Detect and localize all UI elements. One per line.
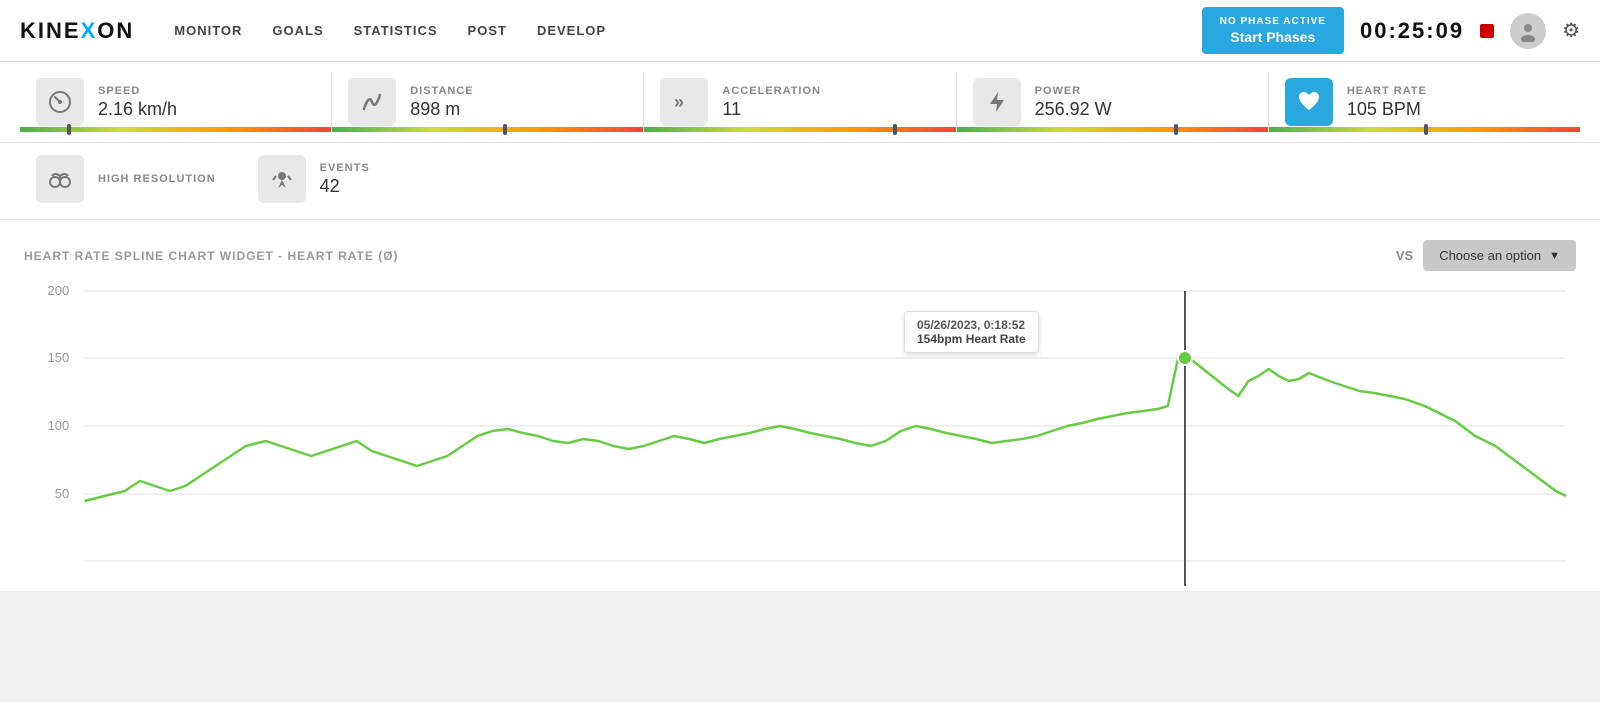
speed-label: SPEED (98, 85, 177, 97)
metric-high-resolution: HIGH RESOLUTION (20, 149, 232, 209)
avatar[interactable] (1510, 13, 1546, 49)
metric-heart-rate: HEART RATE 105 BPM (1269, 72, 1580, 132)
top-nav: KINEXON MONITOR GOALS STATISTICS POST DE… (0, 0, 1600, 62)
power-indicator (1174, 124, 1178, 135)
distance-indicator (503, 124, 507, 135)
acceleration-icon: » (671, 89, 697, 115)
svg-text:100: 100 (47, 418, 69, 433)
settings-icon[interactable]: ⚙ (1562, 18, 1580, 43)
nav-develop[interactable]: DEVELOP (537, 19, 606, 42)
metrics-row-2: HIGH RESOLUTION EVENTS 42 (0, 143, 1600, 220)
power-bar (957, 127, 1268, 132)
choose-option-button[interactable]: Choose an option ▼ (1423, 240, 1576, 271)
heart-rate-bar-container (1269, 127, 1580, 132)
power-label: POWER (1035, 85, 1112, 97)
no-phase-label: NO PHASE ACTIVE (1220, 15, 1326, 28)
metric-events: EVENTS 42 (242, 149, 386, 209)
chart-svg: 200 150 100 50 Heart Rate (Ø) (24, 281, 1576, 591)
binoculars-icon (47, 166, 73, 192)
power-icon-box (973, 78, 1021, 126)
events-icon-box (258, 155, 306, 203)
events-value: 42 (320, 176, 370, 197)
power-bar-container (957, 127, 1268, 132)
tooltip-dot (1178, 351, 1192, 365)
events-text: EVENTS 42 (320, 162, 370, 197)
metric-acceleration: » ACCELERATION 11 (644, 72, 956, 132)
distance-bar (332, 127, 643, 132)
metric-distance: DISTANCE 898 m (332, 72, 644, 132)
acceleration-text: ACCELERATION 11 (722, 85, 821, 120)
metric-power: POWER 256.92 W (957, 72, 1269, 132)
record-indicator[interactable] (1480, 24, 1494, 38)
chart-title: HEART RATE SPLINE CHART WIDGET - HEART R… (24, 249, 1396, 263)
high-res-text: HIGH RESOLUTION (98, 173, 216, 185)
logo-text-after: ON (97, 18, 134, 44)
vs-label: VS (1396, 248, 1413, 263)
speed-bar-container (20, 127, 331, 132)
nav-post[interactable]: POST (468, 19, 507, 42)
nav-statistics[interactable]: STATISTICS (354, 19, 438, 42)
acceleration-bar (644, 127, 955, 132)
svg-text:150: 150 (47, 350, 69, 365)
nav-monitor[interactable]: MONITOR (174, 19, 242, 42)
high-res-label: HIGH RESOLUTION (98, 173, 216, 185)
chart-section: HEART RATE SPLINE CHART WIDGET - HEART R… (0, 220, 1600, 591)
power-text: POWER 256.92 W (1035, 85, 1112, 120)
logo-x: X (81, 18, 98, 44)
acceleration-label: ACCELERATION (722, 85, 821, 97)
start-phases-label: Start Phases (1220, 28, 1326, 46)
metrics-row-1: SPEED 2.16 km/h DISTANCE 898 m » (0, 62, 1600, 143)
distance-bar-container (332, 127, 643, 132)
power-icon (984, 89, 1010, 115)
heart-rate-value: 105 BPM (1347, 99, 1427, 120)
speed-value: 2.16 km/h (98, 99, 177, 120)
svg-text:50: 50 (55, 486, 70, 501)
nav-links: MONITOR GOALS STATISTICS POST DEVELOP (174, 19, 1201, 42)
speed-icon-box (36, 78, 84, 126)
svg-text:200: 200 (47, 283, 69, 298)
distance-text: DISTANCE 898 m (410, 85, 473, 120)
heart-rate-label: HEART RATE (1347, 85, 1427, 97)
high-res-icon-box (36, 155, 84, 203)
nav-goals[interactable]: GOALS (272, 19, 323, 42)
heart-rate-icon (1296, 89, 1322, 115)
heart-rate-text: HEART RATE 105 BPM (1347, 85, 1427, 120)
acceleration-icon-box: » (660, 78, 708, 126)
events-icon (269, 166, 295, 192)
svg-text:»: » (674, 92, 684, 112)
chart-header: HEART RATE SPLINE CHART WIDGET - HEART R… (24, 240, 1576, 271)
heart-rate-indicator (1424, 124, 1428, 135)
start-phases-button[interactable]: NO PHASE ACTIVE Start Phases (1202, 7, 1344, 54)
logo: KINEXON (20, 18, 134, 44)
distance-value: 898 m (410, 99, 473, 120)
acceleration-value: 11 (722, 99, 821, 120)
nav-right: NO PHASE ACTIVE Start Phases 00:25:09 ⚙ (1202, 7, 1580, 54)
heart-rate-icon-box (1285, 78, 1333, 126)
distance-icon-box (348, 78, 396, 126)
speed-indicator (67, 124, 71, 135)
logo-text-before: KINE (20, 18, 81, 44)
session-timer: 00:25:09 (1360, 18, 1464, 44)
distance-icon (359, 89, 385, 115)
acceleration-indicator (893, 124, 897, 135)
metric-speed: SPEED 2.16 km/h (20, 72, 332, 132)
distance-label: DISTANCE (410, 85, 473, 97)
events-label: EVENTS (320, 162, 370, 174)
power-value: 256.92 W (1035, 99, 1112, 120)
heart-rate-line (84, 358, 1565, 501)
chevron-down-icon: ▼ (1549, 250, 1560, 262)
speed-icon (47, 89, 73, 115)
acceleration-bar-container (644, 127, 955, 132)
user-icon (1517, 20, 1539, 42)
speed-text: SPEED 2.16 km/h (98, 85, 177, 120)
chart-area: 200 150 100 50 Heart Rate (Ø) 05/26/2023… (24, 281, 1576, 591)
choose-option-label: Choose an option (1439, 248, 1541, 263)
